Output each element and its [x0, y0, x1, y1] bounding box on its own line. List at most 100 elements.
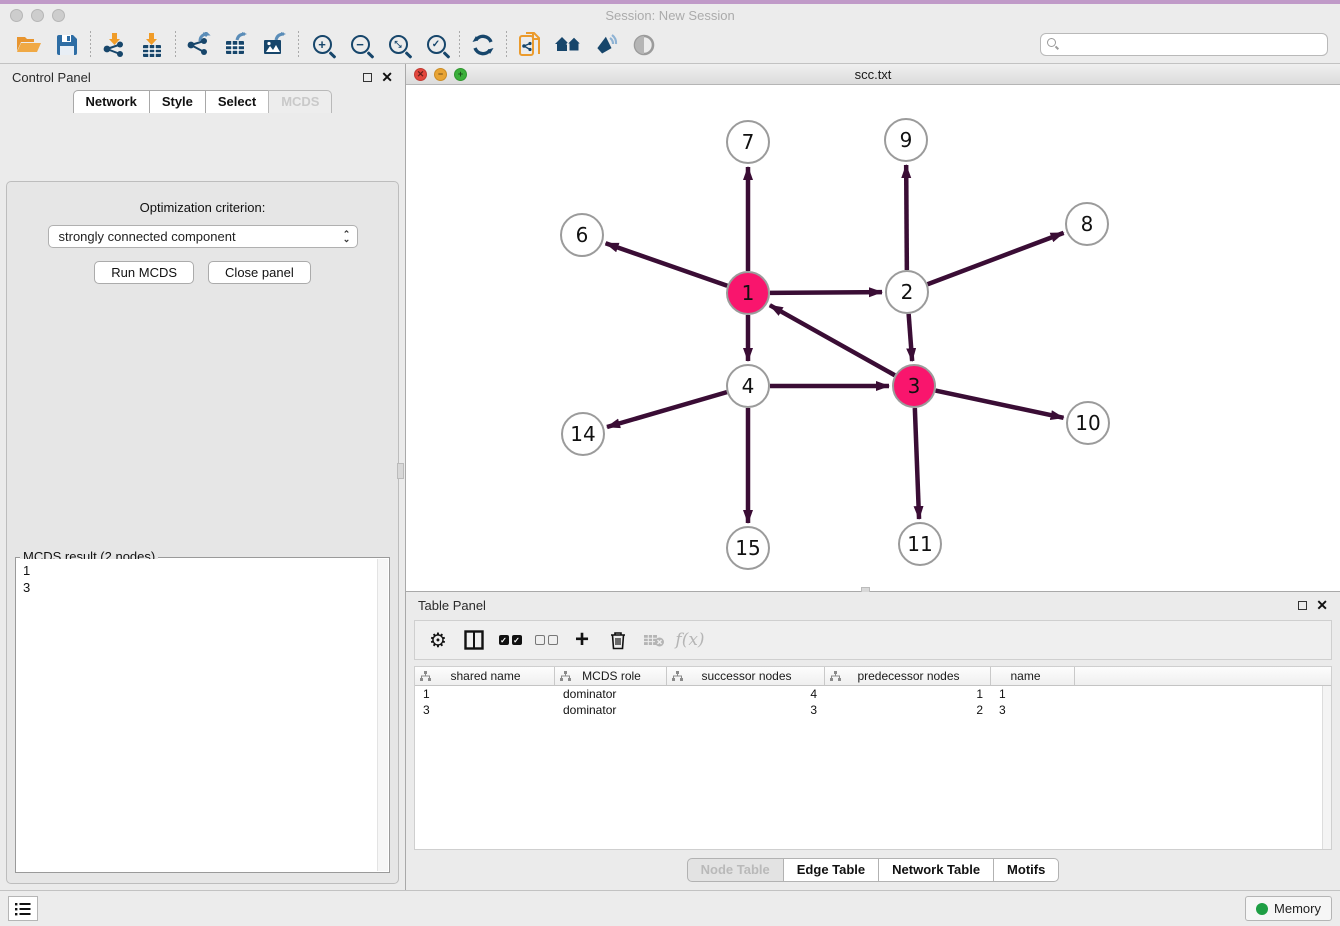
toolbar-separator — [298, 31, 299, 59]
float-table-panel-icon[interactable] — [1298, 601, 1307, 610]
table-row[interactable]: 3dominator323 — [415, 702, 1331, 718]
graph-node-7[interactable]: 7 — [727, 121, 769, 163]
graph-node-9[interactable]: 9 — [885, 119, 927, 161]
graph-node-15[interactable]: 15 — [727, 527, 769, 569]
graph-edge-2-8[interactable] — [928, 233, 1064, 284]
table-cell[interactable]: 4 — [667, 687, 825, 701]
duplicate-network-button[interactable] — [511, 28, 549, 62]
table-toolbar: ⚙ ✓ ✓ + — [414, 620, 1332, 660]
optimization-criterion-select[interactable]: strongly connected component ⌃⌄ — [48, 225, 358, 248]
table-cell[interactable]: 2 — [825, 703, 991, 717]
export-image-button[interactable] — [256, 28, 294, 62]
graph-node-8[interactable]: 8 — [1066, 203, 1108, 245]
graph-node-3[interactable]: 3 — [893, 365, 935, 407]
column-header-name[interactable]: name — [991, 667, 1075, 685]
table-cell[interactable]: 3 — [667, 703, 825, 717]
column-header-MCDS-role[interactable]: MCDS role — [555, 667, 667, 685]
columns-icon — [464, 630, 484, 650]
table-scrollbar[interactable] — [1322, 686, 1331, 849]
graph-node-11[interactable]: 11 — [899, 523, 941, 565]
layout-button[interactable] — [587, 28, 625, 62]
zoom-out-button[interactable]: − — [341, 28, 379, 62]
gear-button[interactable]: ⚙ — [425, 628, 451, 653]
memory-button[interactable]: Memory — [1245, 896, 1332, 921]
table-cell[interactable]: 1 — [991, 687, 1075, 701]
table-row[interactable]: 1dominator411 — [415, 686, 1331, 702]
save-session-button[interactable] — [48, 28, 86, 62]
graph-node-10[interactable]: 10 — [1067, 402, 1109, 444]
graph-node-1[interactable]: 1 — [727, 272, 769, 314]
graph-node-2[interactable]: 2 — [886, 271, 928, 313]
close-table-panel-icon[interactable]: ✕ — [1316, 598, 1328, 612]
float-panel-icon[interactable] — [363, 73, 372, 82]
tab-node-table[interactable]: Node Table — [687, 858, 784, 882]
select-all-button[interactable]: ✓ ✓ — [497, 635, 523, 645]
tab-motifs[interactable]: Motifs — [993, 858, 1059, 882]
graph-edge-2-3[interactable] — [909, 314, 913, 361]
delete-table-icon — [643, 632, 665, 648]
refresh-button[interactable] — [464, 28, 502, 62]
first-neighbors-button[interactable] — [549, 28, 587, 62]
tab-network-table[interactable]: Network Table — [878, 858, 994, 882]
splitter-grip-vertical[interactable] — [397, 463, 404, 479]
column-header-successor-nodes[interactable]: successor nodes — [667, 667, 825, 685]
svg-text:1: 1 — [742, 281, 755, 305]
table-cell[interactable]: dominator — [555, 687, 667, 701]
network-canvas[interactable]: 7 9 6 8 1 2 4 3 14 10 15 11 — [406, 85, 1340, 591]
graph-node-14[interactable]: 14 — [562, 413, 604, 455]
close-panel-icon[interactable]: ✕ — [381, 70, 393, 84]
toolbar-separator — [90, 31, 91, 59]
search-input[interactable] — [1040, 33, 1328, 56]
graph-edge-3-1[interactable] — [770, 305, 895, 375]
deselect-all-button[interactable] — [533, 635, 559, 645]
svg-text:7: 7 — [742, 130, 755, 154]
table-cell[interactable]: dominator — [555, 703, 667, 717]
mcds-result-text[interactable]: 1 3 — [17, 559, 377, 871]
zoom-selected-button[interactable]: ✓ — [417, 28, 455, 62]
table-cell[interactable]: 1 — [415, 687, 555, 701]
column-header-predecessor-nodes[interactable]: predecessor nodes — [825, 667, 991, 685]
open-file-button[interactable] — [10, 28, 48, 62]
table-cell[interactable]: 3 — [415, 703, 555, 717]
deselect-all-icon — [535, 635, 545, 645]
delete-table-button[interactable] — [641, 632, 667, 648]
add-column-button[interactable]: + — [569, 628, 595, 652]
tab-mcds[interactable]: MCDS — [268, 90, 332, 113]
run-mcds-button[interactable]: Run MCDS — [94, 261, 194, 284]
tab-select[interactable]: Select — [205, 90, 269, 113]
zoom-in-button[interactable]: + — [303, 28, 341, 62]
columns-button[interactable] — [461, 630, 487, 650]
graph-edge-4-14[interactable] — [607, 392, 727, 427]
graph-edge-2-9[interactable] — [906, 165, 907, 270]
graph-edge-3-10[interactable] — [936, 391, 1064, 418]
graph-node-4[interactable]: 4 — [727, 365, 769, 407]
birdseye-button[interactable] — [625, 28, 663, 62]
svg-text:15: 15 — [735, 536, 760, 560]
optimization-criterion-label: Optimization criterion: — [7, 200, 398, 215]
graph-edge-3-11[interactable] — [915, 408, 919, 519]
list-icon — [15, 902, 31, 916]
close-panel-button[interactable]: Close panel — [208, 261, 311, 284]
graph-edge-1-6[interactable] — [606, 243, 728, 285]
tab-network[interactable]: Network — [73, 90, 150, 113]
delete-column-button[interactable] — [605, 630, 631, 650]
graph-node-6[interactable]: 6 — [561, 214, 603, 256]
table-panel-title: Table Panel — [418, 598, 486, 613]
table-cell[interactable]: 3 — [991, 703, 1075, 717]
tab-style[interactable]: Style — [149, 90, 206, 113]
zoom-fit-button[interactable]: ⤡ — [379, 28, 417, 62]
result-scrollbar[interactable] — [377, 559, 388, 871]
export-table-button[interactable] — [218, 28, 256, 62]
graph-edge-1-2[interactable] — [770, 292, 882, 293]
table-cell[interactable]: 1 — [825, 687, 991, 701]
import-table-button[interactable] — [133, 28, 171, 62]
export-network-button[interactable] — [180, 28, 218, 62]
tab-edge-table[interactable]: Edge Table — [783, 858, 879, 882]
function-builder-button[interactable]: f(x) — [677, 630, 703, 650]
column-header-shared-name[interactable]: shared name — [415, 667, 555, 685]
import-network-button[interactable] — [95, 28, 133, 62]
task-history-button[interactable] — [8, 896, 38, 921]
toolbar-separator — [459, 31, 460, 59]
network-view-window: ✕ − + scc.txt 7968124314101511 — [406, 64, 1340, 592]
delete-column-icon — [609, 630, 627, 650]
